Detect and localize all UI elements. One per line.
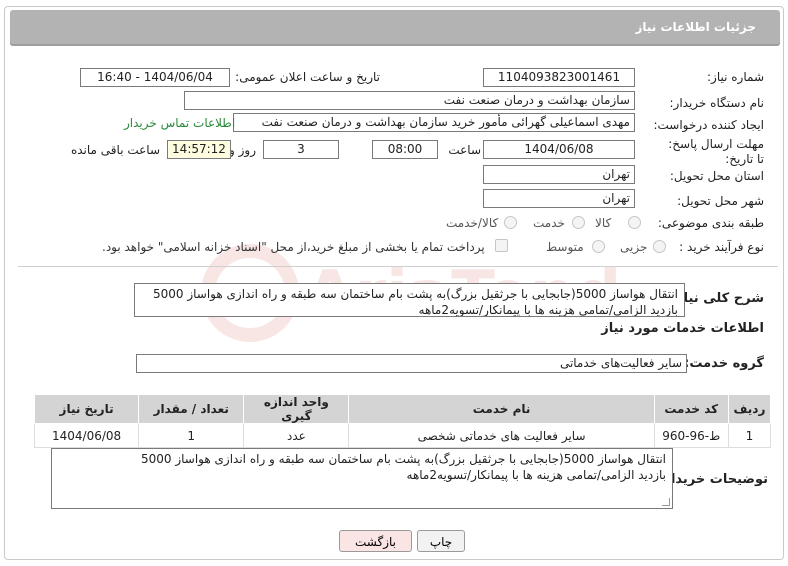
description-textarea: انتقال هواساز 5000(جابجایی با جرثقیل بزر… bbox=[134, 283, 685, 317]
divider bbox=[18, 266, 778, 267]
page-title: جزئیات اطلاعات نیاز bbox=[635, 20, 756, 34]
col-unit: واحد اندازه گیری bbox=[243, 394, 350, 424]
col-service-code: کد خدمت bbox=[653, 394, 729, 424]
cell-quantity: 1 bbox=[138, 423, 245, 448]
category-goods-label: کالا bbox=[595, 216, 612, 230]
category-goods-service-radio[interactable] bbox=[504, 216, 517, 229]
process-type-label: نوع فرآیند خرید : bbox=[679, 240, 764, 254]
buyer-notes-textarea: انتقال هواساز 5000(جابجایی با جرثقیل بزر… bbox=[51, 448, 673, 509]
print-button[interactable]: چاپ bbox=[417, 530, 465, 552]
buyer-org-field: سازمان بهداشت و درمان صنعت نفت bbox=[184, 91, 635, 110]
buyer-org-label: نام دستگاه خریدار: bbox=[669, 96, 765, 110]
province-label: استان محل تحویل: bbox=[669, 169, 764, 183]
back-button[interactable]: بازگشت bbox=[339, 530, 412, 552]
days-field: 3 bbox=[263, 140, 339, 159]
description-line-1: انتقال هواساز 5000(جابجایی با جرثقیل بزر… bbox=[152, 287, 678, 301]
deadline-time-field: 08:00 bbox=[372, 140, 438, 159]
category-goods-service-label: کالا/خدمت bbox=[446, 216, 499, 230]
remaining-time-label: ساعت باقی مانده bbox=[70, 143, 160, 157]
process-partial-radio[interactable] bbox=[653, 240, 666, 253]
cell-unit: عدد bbox=[243, 423, 350, 448]
deadline-label: مهلت ارسال پاسخ: تا تاریخ: bbox=[668, 137, 764, 166]
services-table: ردیف کد خدمت نام خدمت واحد اندازه گیری ت… bbox=[33, 394, 772, 448]
category-label: طبقه بندی موضوعی: bbox=[657, 216, 764, 230]
category-service-label: خدمت bbox=[533, 216, 565, 230]
treasury-bonds-checkbox[interactable] bbox=[495, 239, 508, 252]
process-medium-label: متوسط bbox=[546, 240, 584, 254]
services-section-title: اطلاعات خدمات مورد نیاز bbox=[601, 321, 764, 336]
buyer-notes-line-1: انتقال هواساز 5000(جابجایی با جرثقیل بزر… bbox=[140, 452, 666, 466]
category-service-radio[interactable] bbox=[572, 216, 585, 229]
buyer-notes-line-2: بازدید الزامی/تمامی هزینه ها با پیمانکار… bbox=[406, 468, 666, 482]
buyer-notes-label: توضیحات خریدار: bbox=[658, 472, 768, 487]
city-field: تهران bbox=[483, 189, 635, 208]
table-header-row: ردیف کد خدمت نام خدمت واحد اندازه گیری ت… bbox=[33, 394, 772, 424]
process-partial-label: جزیی bbox=[620, 240, 648, 254]
col-need-date: تاریخ نیاز bbox=[33, 394, 140, 424]
cell-row-number: 1 bbox=[727, 423, 772, 448]
deadline-time-label: ساعت bbox=[448, 143, 481, 157]
category-goods-radio[interactable] bbox=[628, 216, 641, 229]
announce-datetime-field: 1404/06/04 - 16:40 bbox=[80, 68, 230, 87]
requester-label: ایجاد کننده درخواست: bbox=[653, 118, 764, 132]
resize-handle[interactable] bbox=[662, 498, 670, 506]
treasury-bonds-note: پرداخت تمام یا بخشی از مبلغ خرید،از محل … bbox=[102, 240, 485, 254]
requester-field: مهدی اسماعیلی گهرائی مأمور خرید سازمان ب… bbox=[233, 113, 635, 132]
announce-label: تاریخ و ساعت اعلان عمومی: bbox=[235, 70, 380, 84]
panel-header: جزئیات اطلاعات نیاز bbox=[10, 10, 780, 46]
process-medium-radio[interactable] bbox=[592, 240, 605, 253]
buyer-contact-link[interactable]: اطلاعات تماس خریدار bbox=[124, 116, 235, 130]
days-label: روز و bbox=[229, 143, 256, 157]
table-row: 1 ط-96-960 سایر فعالیت های خدماتی شخصی ع… bbox=[33, 423, 772, 448]
col-row-number: ردیف bbox=[727, 394, 772, 424]
col-service-name: نام خدمت bbox=[348, 394, 655, 424]
description-line-2: بازدید الزامی/تمامی هزینه ها با پیمانکار… bbox=[418, 303, 678, 317]
need-number-label: شماره نیاز: bbox=[707, 70, 764, 84]
service-group-field: سایر فعالیت‌های خدماتی bbox=[136, 354, 687, 373]
service-group-label: گروه خدمت: bbox=[684, 356, 764, 371]
remaining-time-field: 14:57:12 bbox=[167, 140, 231, 159]
cell-service-code: ط-96-960 bbox=[653, 423, 729, 448]
col-quantity: تعداد / مقدار bbox=[138, 394, 245, 424]
cell-service-name: سایر فعالیت های خدماتی شخصی bbox=[348, 423, 655, 448]
province-field: تهران bbox=[483, 165, 635, 184]
city-label: شهر محل تحویل: bbox=[677, 194, 764, 208]
deadline-date-field: 1404/06/08 bbox=[483, 140, 635, 159]
need-number-field: 1104093823001461 bbox=[483, 68, 635, 87]
cell-need-date: 1404/06/08 bbox=[33, 423, 140, 448]
